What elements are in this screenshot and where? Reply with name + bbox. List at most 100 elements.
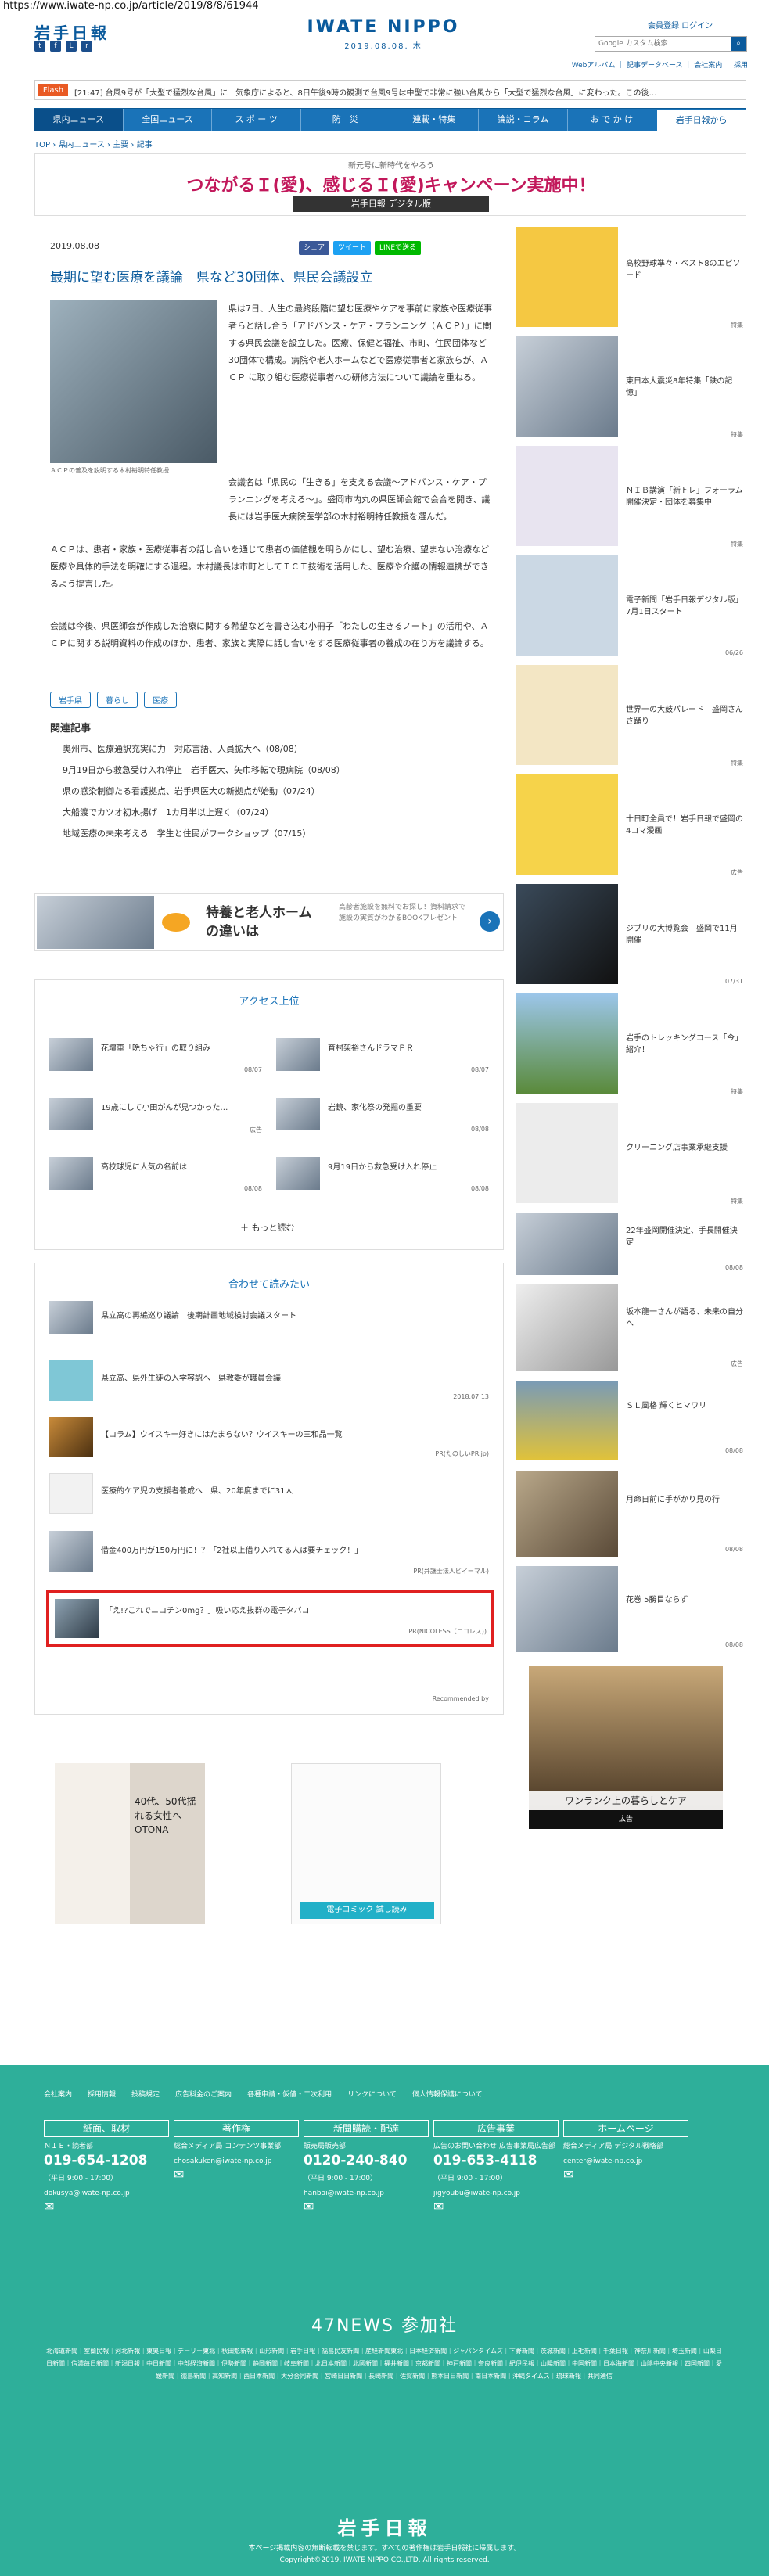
comic-ad[interactable]: 電子コミック 試し読み [291, 1763, 441, 1924]
tag-living[interactable]: 暮らし [97, 692, 138, 708]
otona-ad[interactable]: 40代、50代揺れる女性へ OTONA [55, 1763, 205, 1924]
footer-email[interactable]: chosakuken@iwate-np.co.jp [174, 2157, 299, 2167]
recommend-thumb[interactable] [49, 1301, 93, 1334]
chevron-right-icon[interactable]: › [480, 911, 500, 932]
footer-link[interactable]: 採用情報 [88, 2089, 116, 2099]
ranking-item[interactable]: 高校球児に人気の名前は [101, 1160, 257, 1172]
sidebar-thumb[interactable] [516, 774, 618, 875]
sidebar-item[interactable]: ジブリの大博覧会 盛岡で11月開催 [626, 923, 743, 947]
mail-icon[interactable]: ✉ [433, 2199, 559, 2214]
campaign-banner[interactable]: 新元号に新時代をやろう つながるＩ(愛)、感じるＩ(愛)キャンペーン実施中！ 岩… [34, 153, 746, 216]
footer-email[interactable]: center@iwate-np.co.jp [563, 2157, 688, 2167]
recommend-thumb[interactable] [49, 1417, 93, 1457]
tag-medical[interactable]: 医療 [144, 692, 177, 708]
senior-living-ad[interactable]: ワンランク上の暮らしとケア 広告 [529, 1666, 723, 1829]
ranking-thumb[interactable] [276, 1157, 320, 1190]
recommend-thumb[interactable] [49, 1531, 93, 1572]
tag-iwate[interactable]: 岩手県 [50, 692, 91, 708]
nav-item-outings[interactable]: お で か け [568, 109, 657, 131]
twitter-icon[interactable]: t [34, 41, 45, 52]
footer-link[interactable]: 投稿規定 [131, 2089, 160, 2099]
footer-link[interactable]: リンクについて [347, 2089, 397, 2099]
recommend-thumb[interactable] [55, 1599, 99, 1638]
sidebar-thumb[interactable] [516, 336, 618, 437]
care-home-ad[interactable]: 特養と老人ホームの違いは 高齢者施設を無料でお探し！資料請求で施設の実質がわかる… [34, 893, 504, 951]
breadcrumb[interactable]: TOP › 県内ニュース › 主要 › 記事 [34, 138, 153, 149]
address-bar-url[interactable]: https://www.iwate-np.co.jp/article/2019/… [0, 0, 769, 13]
sidebar-thumb[interactable] [516, 993, 618, 1094]
footer-phone[interactable]: 019-654-1208 [44, 2152, 169, 2169]
sidebar-thumb[interactable] [516, 884, 618, 984]
ranking-thumb[interactable] [276, 1038, 320, 1071]
member-login-links[interactable]: 会員登録 ログイン [648, 19, 713, 31]
sidebar-item[interactable]: 電子新聞「岩手日報デジタル版」7月1日スタート [626, 595, 743, 618]
nav-item-columns[interactable]: 論説・コラム [479, 109, 568, 131]
nav-item-features[interactable]: 連載・特集 [390, 109, 480, 131]
footer-email[interactable]: hanbai@iwate-np.co.jp [304, 2189, 429, 2199]
ranking-thumb[interactable] [49, 1098, 93, 1130]
rss-icon[interactable]: r [81, 41, 92, 52]
facebook-icon[interactable]: f [50, 41, 61, 52]
nav-item-national-news[interactable]: 全国ニュース [124, 109, 213, 131]
search-button[interactable]: ⌕ [731, 37, 746, 51]
sidebar-thumb[interactable] [516, 1213, 618, 1275]
related-article-link[interactable]: 県の感染制御たる看護拠点、岩手県医大の新拠点が始動（07/24） [63, 781, 345, 802]
read-more-link[interactable]: ＋ もっと読む [240, 1221, 295, 1234]
sidebar-thumb[interactable] [516, 446, 618, 546]
related-article-link[interactable]: 地域医療の未来考える 学生と住民がワークショップ（07/15） [63, 823, 345, 844]
ranking-thumb[interactable] [49, 1038, 93, 1071]
sidebar-thumb[interactable] [516, 1381, 618, 1460]
nav-item-from-iwate-nippo[interactable]: 岩手日報から [656, 109, 746, 131]
site-logo[interactable]: 岩手日報 [34, 20, 110, 43]
footer-link[interactable]: 広告料金のご案内 [175, 2089, 232, 2099]
footer-phone[interactable]: 0120-240-840 [304, 2152, 429, 2169]
line-icon[interactable]: L [66, 41, 77, 52]
flash-text[interactable]: [21:47] 台風9号が「大型で猛烈な台風」に 気象庁によると、8日午後9時の… [74, 86, 739, 98]
sidebar-item[interactable]: 世界一の大鼓パレード 盛岡さんさ踊り [626, 704, 743, 728]
related-article-link[interactable]: 9月19日から救急受け入れ停止 岩手医大、矢巾移転で現病院（08/08） [63, 760, 345, 781]
nav-item-disaster[interactable]: 防 災 [301, 109, 390, 131]
sidebar-thumb[interactable] [516, 227, 618, 327]
recommend-item[interactable]: 医療的ケア児の支援者養成へ 県、20年度までに31人 [101, 1484, 484, 1496]
ranking-item[interactable]: 花壇車「晩ちゃ行」の取り組み [101, 1041, 257, 1053]
related-article-link[interactable]: 奥州市、医療通訳充実に力 対応言語、人員拡大へ（08/08） [63, 738, 345, 760]
sidebar-thumb[interactable] [516, 1284, 618, 1371]
ranking-item[interactable]: 育村架裕さんドラマＰＲ [328, 1041, 484, 1053]
recommend-item[interactable]: 県立高の再編巡り議論 後期計画地域検討会議スタート [101, 1309, 484, 1320]
footer-email[interactable]: dokusya@iwate-np.co.jp [44, 2189, 169, 2199]
related-article-link[interactable]: 大船渡でカツオ初水揚げ 1カ月半以上遅く（07/24） [63, 802, 345, 823]
line-share-button[interactable]: LINEで送る [375, 241, 422, 255]
footer-phone[interactable]: 019-653-4118 [433, 2152, 559, 2169]
footer-link[interactable]: 個人情報保護について [412, 2089, 483, 2099]
facebook-share-button[interactable]: シェア [299, 241, 330, 255]
recommend-thumb[interactable] [49, 1473, 93, 1514]
sidebar-thumb[interactable] [516, 1103, 618, 1203]
mail-icon[interactable]: ✉ [174, 2167, 299, 2182]
sidebar-item[interactable]: 高校野球準々・ベスト8のエピソード [626, 258, 743, 282]
sidebar-item[interactable]: クリーニング店事業承継支援 [626, 1142, 743, 1154]
mail-icon[interactable]: ✉ [44, 2199, 169, 2214]
sidebar-item[interactable]: 東日本大震災8年特集「鉄の記憶」 [626, 375, 743, 399]
recommend-thumb[interactable] [49, 1360, 93, 1401]
sidebar-item[interactable]: 十日町全員で！岩手日報で盛岡の4コマ漫画 [626, 814, 743, 837]
ranking-item[interactable]: 19歳にして小田がんが見つかった… [101, 1101, 257, 1112]
sidebar-thumb[interactable] [516, 1471, 618, 1557]
sidebar-item[interactable]: 月命日前に手がかり見の行 [626, 1494, 743, 1506]
recommend-item[interactable]: 県立高、県外生徒の入学容認へ 県教委が職員会議 [101, 1371, 484, 1383]
nav-item-local-news[interactable]: 県内ニュース [34, 109, 124, 131]
highlighted-recommend-item[interactable]: 「え!?これでニコチン0mg？」吸い応え抜群の電子タバコ PR(NICOLESS… [46, 1590, 494, 1647]
sidebar-item[interactable]: 岩手のトレッキングコース「今」紹介！ [626, 1033, 743, 1056]
sidebar-item[interactable]: 花巻 5勝目ならず [626, 1594, 743, 1606]
ranking-thumb[interactable] [276, 1098, 320, 1130]
recommend-item[interactable]: 「え!?これでニコチン0mg？」吸い応え抜群の電子タバコ [105, 1604, 480, 1615]
search-input[interactable] [595, 37, 730, 51]
sidebar-thumb[interactable] [516, 665, 618, 765]
sidebar-item[interactable]: 22年盛岡開催決定、手長開催決定 [626, 1225, 743, 1248]
sidebar-item[interactable]: ＳＬ風格 輝くヒマワリ [626, 1400, 743, 1412]
nav-item-sports[interactable]: ス ポ ー ツ [212, 109, 301, 131]
recommend-item[interactable]: 借金400万円が150万円に！？「2社以上借り入れてる人は要チェック！」 [101, 1543, 484, 1555]
sidebar-item[interactable]: ＮＩＢ講演「新トレ」フォーラム開催決定・団体を募集中 [626, 485, 743, 508]
site-title[interactable]: IWATE NIPPO [297, 17, 469, 37]
sidebar-thumb[interactable] [516, 555, 618, 656]
ranking-item[interactable]: 9月19日から救急受け入れ停止 [328, 1160, 484, 1172]
